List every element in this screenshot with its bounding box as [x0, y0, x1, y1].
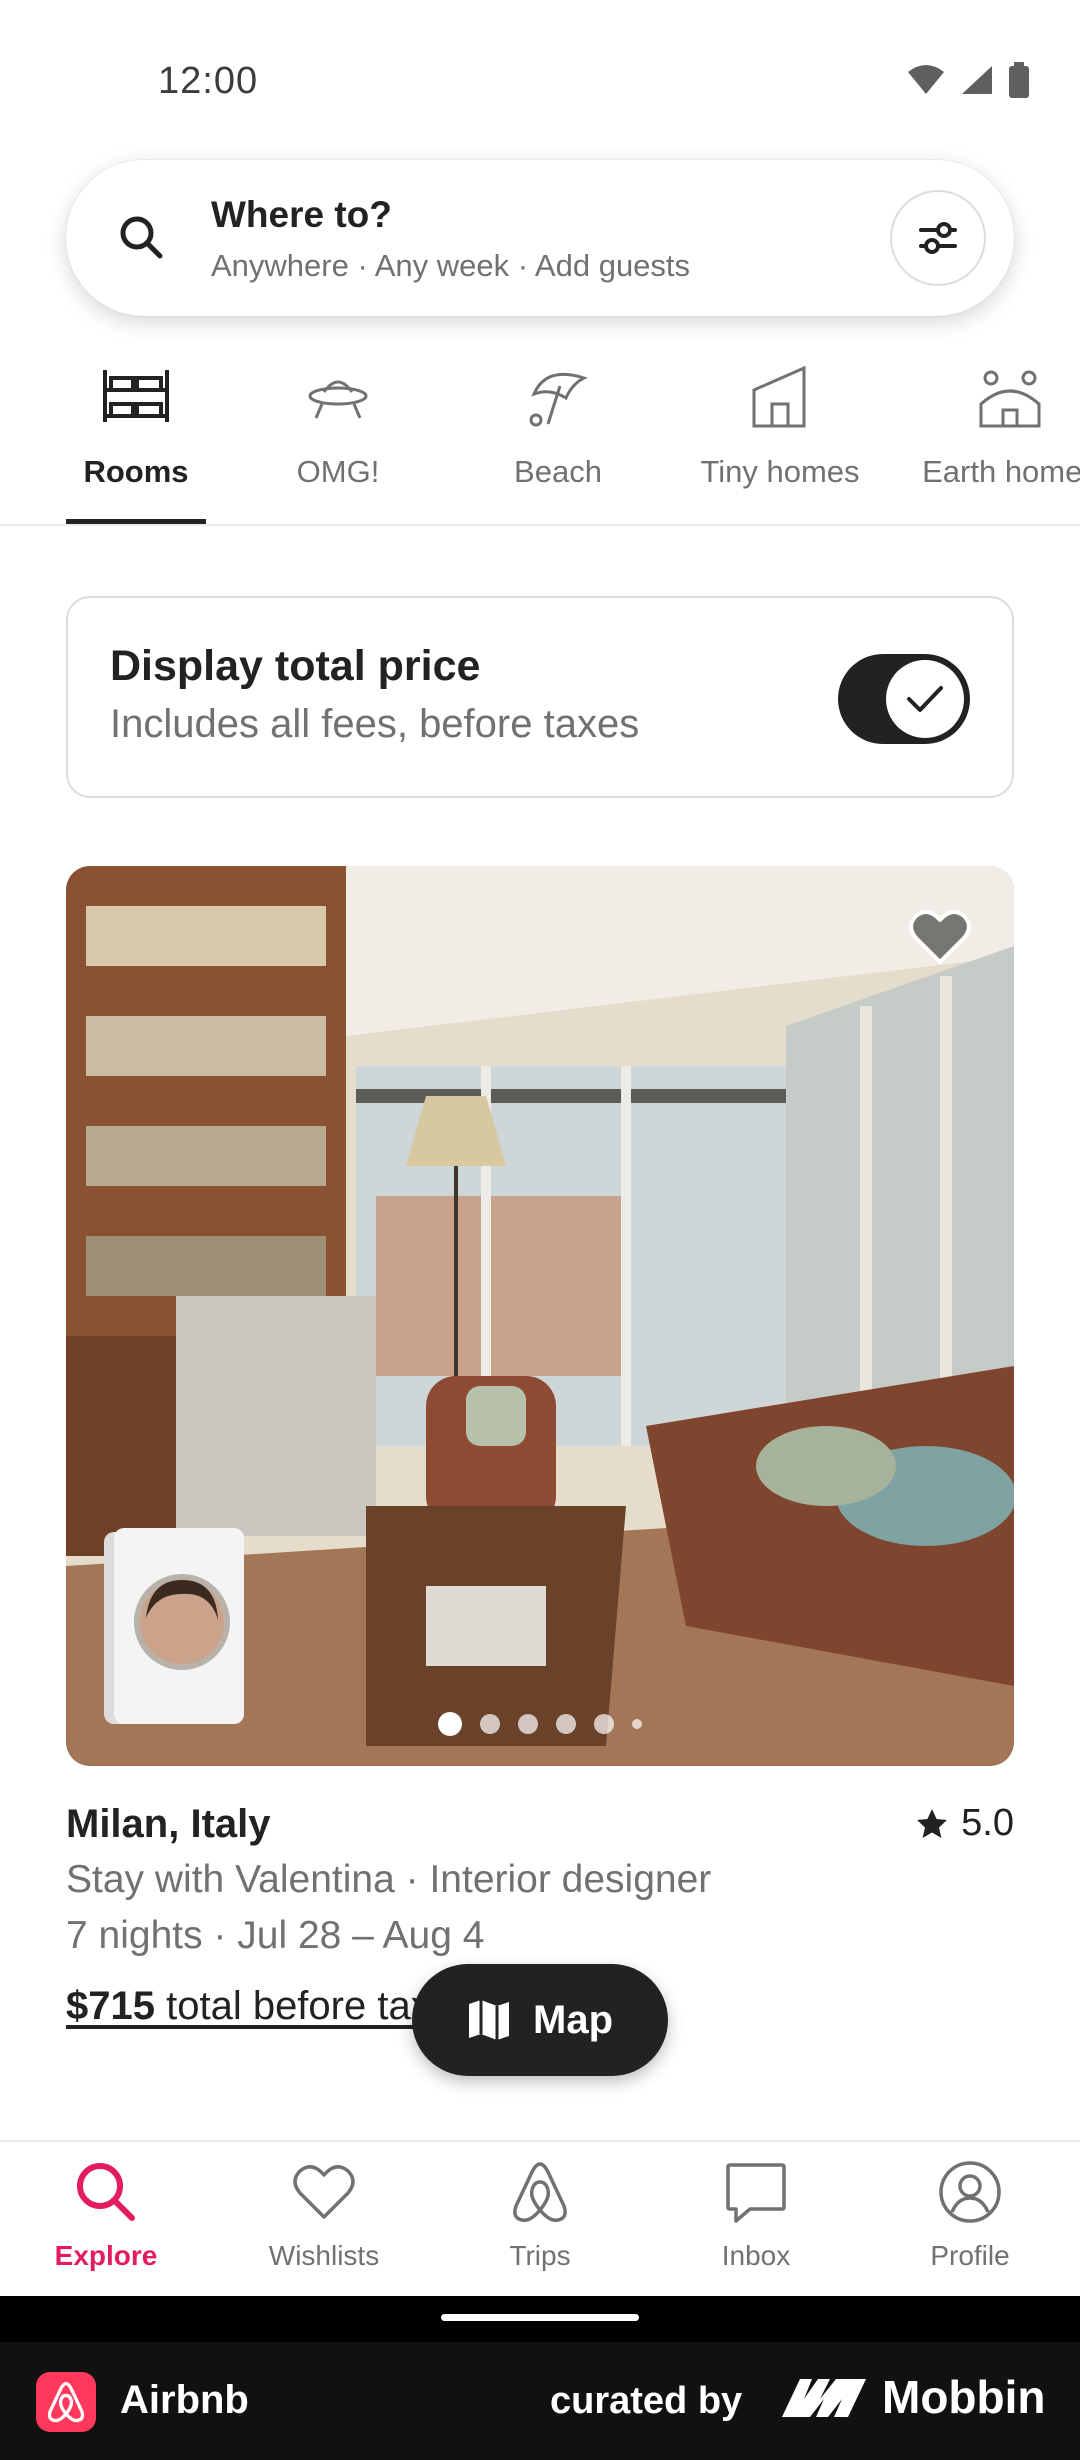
- gesture-bar: [0, 2296, 1080, 2342]
- category-earth-homes[interactable]: Earth homes: [910, 348, 1080, 524]
- nav-explore[interactable]: Explore: [16, 2156, 196, 2272]
- status-bar: 12:00: [0, 0, 1080, 136]
- total-price-toggle[interactable]: [838, 654, 970, 744]
- listings-feed[interactable]: Display total price Includes all fees, b…: [0, 526, 1080, 2140]
- search-title: Where to?: [211, 194, 392, 235]
- category-omg[interactable]: OMG!: [268, 348, 408, 524]
- photo-pagination: [66, 1712, 1014, 1736]
- nav-label: Profile: [930, 2240, 1010, 2271]
- rating-value: 5.0: [961, 1802, 1014, 1844]
- category-label: Tiny homes: [700, 454, 860, 489]
- star-icon: [917, 1808, 948, 1838]
- category-bar: Rooms OMG! Beach Tiny homes Earth hom: [0, 348, 1080, 526]
- host-avatar: [104, 1528, 244, 1724]
- wishlist-heart-button[interactable]: [908, 908, 972, 971]
- price-amount: $715: [66, 1984, 155, 2028]
- status-icons: [906, 62, 1030, 98]
- listing-host: Stay with Valentina · Interior designer: [66, 1858, 712, 1901]
- category-active-indicator: [66, 519, 206, 524]
- search-area: Where to? Anywhere · Any week · Add gues…: [0, 136, 1080, 348]
- user-circle-icon: [939, 2161, 1001, 2223]
- host-avatar-card[interactable]: [98, 1528, 248, 1728]
- airbnb-logo-icon: [513, 2162, 567, 2223]
- pagination-dot: [556, 1714, 576, 1734]
- footer-brand-name: Mobbin: [882, 2371, 1046, 2423]
- map-button[interactable]: Map: [412, 1964, 668, 2076]
- category-beach[interactable]: Beach: [488, 348, 628, 524]
- map-icon: [469, 2000, 509, 2040]
- airbnb-logo-icon: [47, 2381, 85, 2423]
- category-label: Earth homes: [922, 454, 1080, 489]
- listing-photo[interactable]: [66, 866, 1014, 1766]
- map-label: Map: [533, 1997, 613, 2042]
- cell-signal-icon: [962, 66, 992, 94]
- pagination-dot: [632, 1719, 642, 1729]
- bottom-nav: Explore Wishlists Trips Inbox Profile: [0, 2140, 1080, 2296]
- search-icon: [120, 216, 163, 259]
- pagination-dot-active: [438, 1712, 462, 1736]
- listing-location[interactable]: Milan, Italy: [66, 1802, 271, 1847]
- search-subtitle: Anywhere · Any week · Add guests: [211, 248, 691, 283]
- price-toggle-subtitle: Includes all fees, before taxes: [110, 702, 640, 746]
- pagination-dot: [518, 1714, 538, 1734]
- category-tiny-homes[interactable]: Tiny homes: [690, 348, 870, 524]
- listing-dates: 7 nights · Jul 28 – Aug 4: [66, 1914, 485, 1957]
- attribution-footer: Airbnb curated by Mobbin: [0, 2342, 1080, 2460]
- beach-umbrella-icon: [529, 372, 588, 427]
- status-time: 12:00: [158, 60, 259, 102]
- heart-icon: [909, 909, 971, 964]
- tiny-home-icon: [752, 365, 806, 428]
- footer-curated-by: curated by: [550, 2380, 743, 2422]
- nav-label: Inbox: [721, 2240, 791, 2271]
- toggle-knob: [886, 660, 964, 738]
- bunk-bed-icon: [103, 370, 169, 422]
- message-icon: [726, 2163, 786, 2223]
- earth-home-icon: [979, 370, 1041, 428]
- ufo-icon: [308, 380, 368, 419]
- filters-button[interactable]: [890, 190, 986, 286]
- airbnb-app-icon: [36, 2372, 96, 2432]
- pagination-dot: [480, 1714, 500, 1734]
- search-bar[interactable]: Where to? Anywhere · Any week · Add gues…: [66, 160, 1014, 316]
- search-icon: [77, 2163, 135, 2221]
- category-label: OMG!: [296, 454, 380, 489]
- category-rooms[interactable]: Rooms: [66, 348, 206, 524]
- heart-icon: [293, 2165, 355, 2219]
- pagination-dot: [594, 1714, 614, 1734]
- display-total-price-card: Display total price Includes all fees, b…: [66, 596, 1014, 798]
- nav-label: Wishlists: [268, 2240, 380, 2271]
- filters-icon: [919, 222, 957, 254]
- nav-profile[interactable]: Profile: [880, 2156, 1060, 2272]
- checkmark-icon: [907, 686, 943, 712]
- nav-inbox[interactable]: Inbox: [666, 2156, 846, 2272]
- mobbin-logo-icon: [782, 2379, 866, 2417]
- price-toggle-title: Display total price: [110, 642, 481, 690]
- category-label: Beach: [514, 454, 602, 489]
- category-label: Rooms: [83, 454, 189, 489]
- footer-app-name: Airbnb: [120, 2378, 249, 2422]
- listing-rating: 5.0: [915, 1802, 1014, 1845]
- mobbin-brand: Mobbin: [780, 2370, 1046, 2424]
- battery-icon: [1009, 62, 1029, 98]
- home-indicator[interactable]: [441, 2314, 639, 2321]
- nav-wishlists[interactable]: Wishlists: [234, 2156, 414, 2272]
- wifi-icon: [908, 65, 944, 94]
- nav-label: Explore: [54, 2240, 158, 2271]
- nav-trips[interactable]: Trips: [450, 2156, 630, 2272]
- nav-label: Trips: [509, 2240, 571, 2271]
